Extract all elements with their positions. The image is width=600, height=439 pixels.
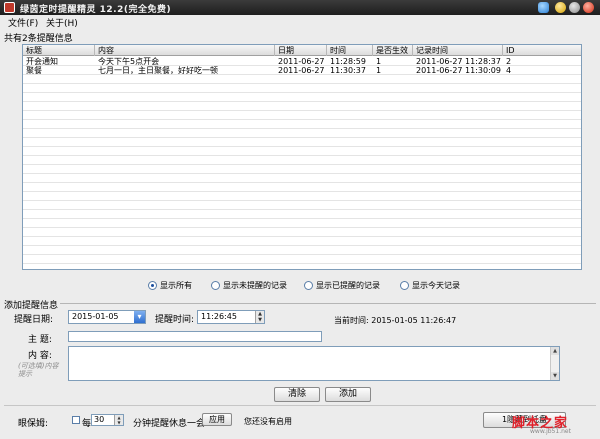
time-value: 11:26:45	[201, 312, 237, 321]
table-row[interactable]: 开会通知 今天下午5点开会 2011-06-27 11:28:59 1 2011…	[23, 57, 581, 66]
radio-selected-icon[interactable]	[148, 281, 157, 290]
column-header-active[interactable]: 是否生效	[373, 45, 413, 56]
subject-input[interactable]	[68, 331, 322, 342]
apply-button[interactable]: 应用	[202, 413, 232, 426]
cell-record-time: 2011-06-27 11:30:09	[416, 66, 501, 75]
filter-reminded[interactable]: 显示已提醒的记录	[304, 280, 380, 291]
filter-unreminded-label: 显示未提醒的记录	[223, 281, 287, 290]
menu-file[interactable]: 文件(F)	[8, 16, 38, 29]
cell-active: 1	[376, 66, 382, 75]
add-button[interactable]: 添加	[325, 387, 371, 402]
column-header-date[interactable]: 日期	[275, 45, 327, 56]
content-label: 内 容:	[28, 351, 52, 361]
date-picker[interactable]: 2015-01-05 ▾	[68, 310, 146, 324]
every-label: 每	[82, 419, 92, 429]
scroll-up-icon[interactable]: ▲	[551, 347, 559, 355]
cell-time: 11:30:37	[330, 66, 366, 75]
cell-content: 今天下午5点开会	[98, 57, 160, 66]
watermark-url: www.jb51.net	[530, 428, 571, 435]
time-label: 提醒时间:	[155, 315, 195, 325]
eye-care-status: 您还没有启用	[244, 417, 292, 426]
menu-bar: 文件(F) 关于(H)	[0, 15, 600, 29]
subject-label: 主 题:	[28, 335, 52, 345]
eye-care-checkbox[interactable]	[72, 416, 80, 424]
column-header-record-time[interactable]: 记录时间	[413, 45, 503, 56]
spinner-icon[interactable]: ▲ ▼	[255, 311, 264, 323]
cell-record-time: 2011-06-27 11:28:37	[416, 57, 501, 66]
minutes-stepper[interactable]: 30 ▲ ▼	[91, 414, 124, 426]
date-value: 2015-01-05	[72, 312, 119, 321]
current-time: 当前时间: 2015-01-05 11:26:47	[334, 316, 457, 325]
spinner-icon[interactable]: ▲ ▼	[114, 415, 123, 425]
cell-content: 七月一日，主日聚餐，好好吃一顿	[98, 66, 218, 75]
filter-today[interactable]: 显示今天记录	[400, 280, 460, 291]
cell-time: 11:28:59	[330, 57, 366, 66]
cell-date: 2011-06-27	[278, 57, 325, 66]
content-scrollbar[interactable]: ▲ ▼	[550, 347, 559, 380]
date-label: 提醒日期:	[14, 315, 54, 325]
minutes-value: 30	[94, 415, 105, 424]
column-header-time[interactable]: 时间	[327, 45, 373, 56]
cell-title: 聚餐	[26, 66, 42, 75]
column-header-content[interactable]: 内容	[95, 45, 275, 56]
group-divider	[60, 303, 596, 304]
scroll-down-icon[interactable]: ▼	[551, 372, 559, 380]
radio-icon[interactable]	[211, 281, 220, 290]
list-rows: 开会通知 今天下午5点开会 2011-06-27 11:28:59 1 2011…	[23, 57, 581, 269]
list-group-title: 共有2条提醒信息	[4, 34, 73, 44]
add-group-title: 添加提醒信息	[4, 301, 59, 311]
column-header-title[interactable]: 标题	[23, 45, 95, 56]
table-row[interactable]: 聚餐 七月一日，主日聚餐，好好吃一顿 2011-06-27 11:30:37 1…	[23, 66, 581, 75]
filter-reminded-label: 显示已提醒的记录	[316, 281, 380, 290]
eye-care-suffix: 分钟提醒休息一会	[133, 419, 206, 429]
filter-all-label: 显示所有	[160, 281, 192, 290]
cell-id: 2	[506, 57, 512, 66]
cell-date: 2011-06-27	[278, 66, 325, 75]
window-title: 绿茵定时提醒精灵 12.2(完全免费)	[20, 5, 172, 15]
filter-today-label: 显示今天记录	[412, 281, 460, 290]
filter-unreminded[interactable]: 显示未提醒的记录	[211, 280, 287, 291]
radio-icon[interactable]	[400, 281, 409, 290]
app-logo-icon	[4, 2, 15, 13]
cell-id: 4	[506, 66, 512, 75]
filter-all[interactable]: 显示所有	[148, 280, 192, 291]
cell-active: 1	[376, 57, 382, 66]
minimize-button[interactable]	[555, 2, 566, 13]
eye-care-label: 眼保姆:	[18, 419, 49, 429]
menu-about[interactable]: 关于(H)	[46, 16, 78, 29]
time-picker[interactable]: 11:26:45 ▲ ▼	[197, 310, 265, 324]
maximize-button[interactable]	[569, 2, 580, 13]
clear-button[interactable]: 清除	[274, 387, 320, 402]
calendar-dropdown-icon[interactable]: ▾	[134, 311, 145, 323]
column-header-id[interactable]: ID	[503, 45, 581, 56]
eye-care-divider	[4, 405, 596, 406]
close-button[interactable]	[583, 2, 594, 13]
reminder-list[interactable]: 标题 内容 日期 时间 是否生效 记录时间 ID 开会通知 今天下午5点开会 2…	[22, 44, 582, 270]
cell-title: 开会通知	[26, 57, 58, 66]
title-bar: 绿茵定时提醒精灵 12.2(完全免费)	[0, 0, 600, 15]
list-header: 标题 内容 日期 时间 是否生效 记录时间 ID	[23, 45, 581, 56]
content-hint: (可选填)内容提示	[18, 362, 59, 378]
content-textarea[interactable]: ▲ ▼	[68, 346, 560, 381]
radio-icon[interactable]	[304, 281, 313, 290]
skin-icon[interactable]	[538, 2, 549, 13]
